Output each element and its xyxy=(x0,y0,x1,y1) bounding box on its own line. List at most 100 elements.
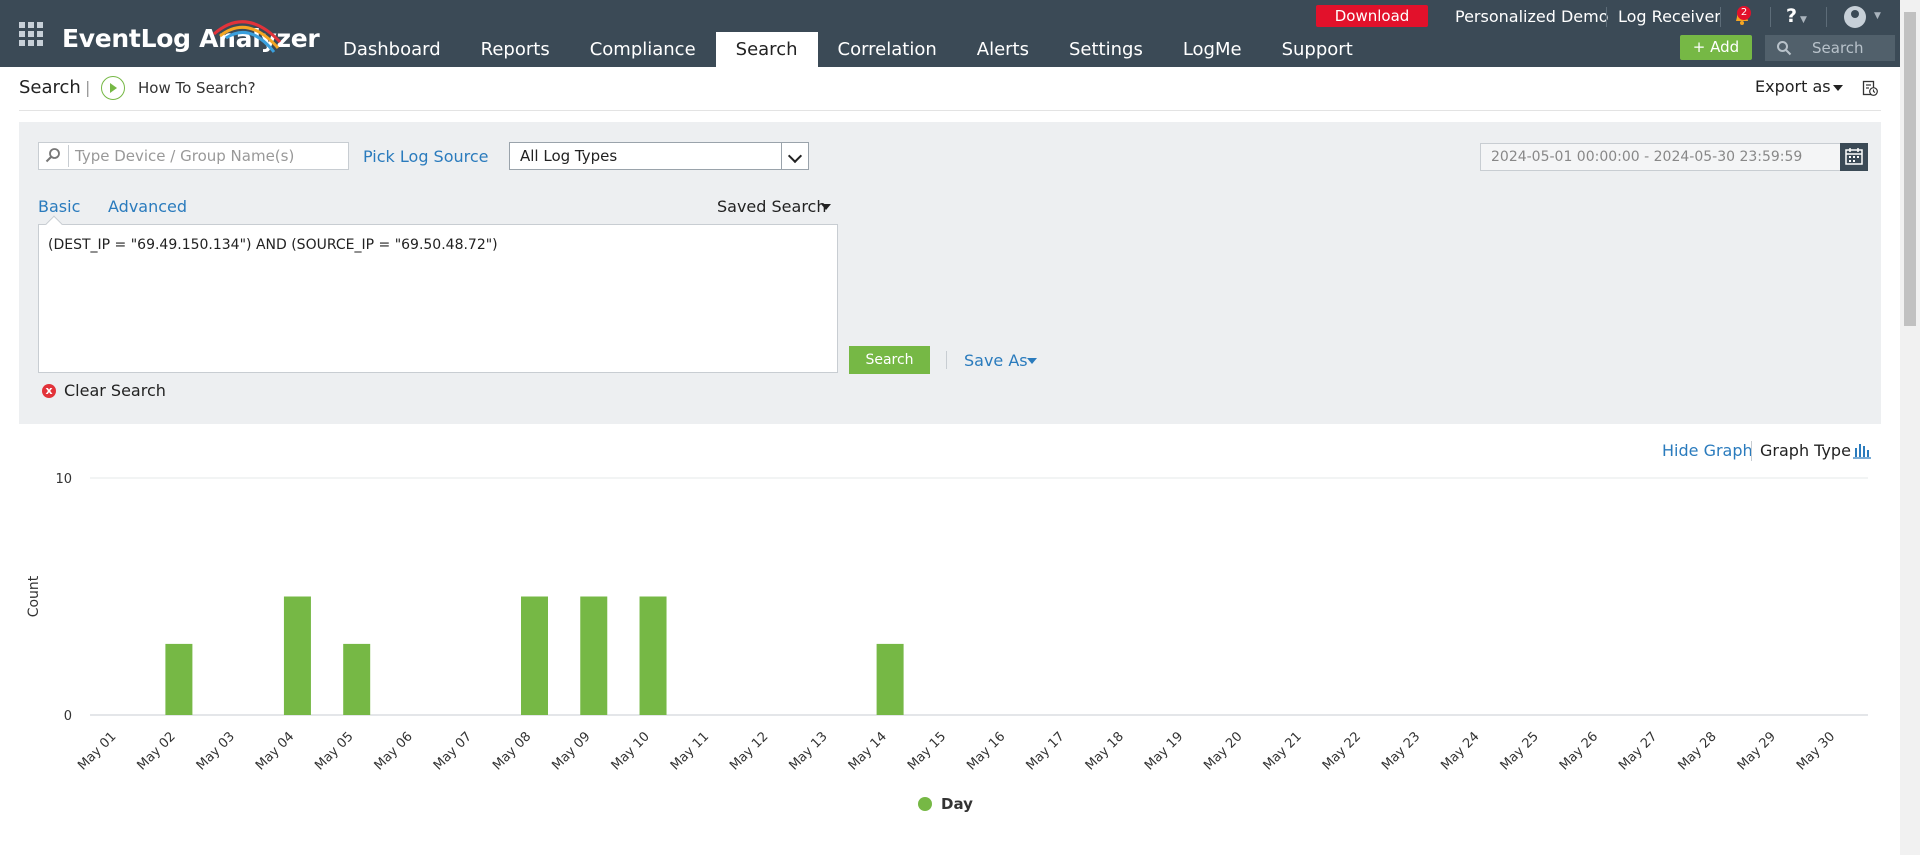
nav-tab-settings[interactable]: Settings xyxy=(1049,32,1163,67)
chevron-down-icon[interactable] xyxy=(781,143,808,169)
legend-label: Day xyxy=(941,795,973,813)
divider xyxy=(1751,441,1752,461)
x-tick-label: May 01 xyxy=(75,729,119,773)
x-tick-label: May 29 xyxy=(1735,729,1779,773)
chart-bar xyxy=(580,596,608,715)
x-tick-label: May 28 xyxy=(1675,729,1719,773)
play-icon[interactable] xyxy=(101,76,125,100)
tab-basic[interactable]: Basic xyxy=(38,197,80,216)
legend-marker xyxy=(918,797,932,811)
apps-grid-icon[interactable] xyxy=(19,22,43,46)
x-tick-label: May 20 xyxy=(1201,729,1245,773)
help-icon: ? xyxy=(1786,5,1798,27)
y-axis-label: Count xyxy=(26,575,42,617)
search-button[interactable]: Search xyxy=(849,346,930,374)
export-as-button[interactable]: Export as xyxy=(1755,77,1831,96)
date-range-field[interactable]: 2024-05-01 00:00:00 - 2024-05-30 23:59:5… xyxy=(1480,143,1842,171)
divider xyxy=(1720,7,1721,27)
x-tick-label: May 13 xyxy=(786,729,830,773)
save-as-button[interactable]: Save As xyxy=(964,351,1028,370)
x-tick-label: May 06 xyxy=(372,729,416,773)
notification-count-badge: 2 xyxy=(1737,6,1751,20)
chevron-down-icon xyxy=(821,204,831,210)
clear-icon[interactable]: x xyxy=(42,384,56,398)
x-tick-label: May 22 xyxy=(1320,729,1364,773)
scrollbar-thumb[interactable] xyxy=(1904,12,1916,326)
title-separator: | xyxy=(85,78,91,97)
chevron-down-icon xyxy=(1833,85,1843,91)
x-tick-label: May 11 xyxy=(668,729,712,773)
x-tick-label: May 04 xyxy=(253,729,297,773)
y-tick-label: 10 xyxy=(55,472,72,487)
x-tick-label: May 26 xyxy=(1557,729,1601,773)
chart-bar xyxy=(165,643,193,715)
divider xyxy=(68,145,69,167)
graph-type-label: Graph Type xyxy=(1760,441,1851,460)
x-tick-label: May 07 xyxy=(431,729,475,773)
x-tick-label: May 02 xyxy=(134,729,178,773)
nav-tab-dashboard[interactable]: Dashboard xyxy=(323,32,461,67)
divider xyxy=(1770,7,1771,27)
nav-tab-support[interactable]: Support xyxy=(1262,32,1373,67)
user-avatar-icon[interactable] xyxy=(1844,6,1866,28)
search-icon xyxy=(45,148,60,163)
x-tick-label: May 18 xyxy=(1083,729,1127,773)
x-tick-label: May 12 xyxy=(727,729,771,773)
chart-bar xyxy=(343,643,371,715)
chart-bar xyxy=(639,596,667,715)
saved-search-dropdown[interactable]: Saved Search xyxy=(717,197,826,216)
day-count-chart: 0 10 Count May 01 May 02 May 03 May 04 May 05 Ma… xyxy=(26,472,1868,813)
chevron-down-icon: ▼ xyxy=(1874,11,1881,21)
page-title: Search xyxy=(19,77,81,98)
chart-bar xyxy=(876,643,904,715)
download-button[interactable]: Download xyxy=(1316,5,1428,27)
nav-tab-correlation[interactable]: Correlation xyxy=(818,32,957,67)
x-tick-label: May 14 xyxy=(846,729,890,773)
nav-tab-search[interactable]: Search xyxy=(715,32,818,67)
schedule-report-icon[interactable] xyxy=(1862,80,1878,96)
x-tick-label: May 16 xyxy=(964,729,1008,773)
x-tick-label: May 25 xyxy=(1498,729,1542,773)
search-icon xyxy=(1777,41,1792,56)
x-tick-label: May 23 xyxy=(1379,729,1423,773)
x-tick-label: May 10 xyxy=(609,729,653,773)
device-group-input[interactable]: Type Device / Group Name(s) xyxy=(38,142,349,170)
plus-icon: + xyxy=(1692,38,1711,56)
divider xyxy=(946,351,947,369)
x-tick-label: May 08 xyxy=(490,729,534,773)
tab-advanced[interactable]: Advanced xyxy=(108,197,187,216)
log-type-select[interactable]: All Log Types xyxy=(509,142,809,170)
divider xyxy=(19,110,1881,111)
personalized-demo-link[interactable]: Personalized Demo xyxy=(1455,5,1608,29)
x-tick-label: May 05 xyxy=(312,729,356,773)
x-tick-label: May 24 xyxy=(1438,729,1482,773)
how-to-search-link[interactable]: How To Search? xyxy=(138,79,256,97)
pick-log-source-link[interactable]: Pick Log Source xyxy=(363,147,489,166)
add-button[interactable]: + Add xyxy=(1680,35,1752,60)
x-tick-label: May 09 xyxy=(549,729,593,773)
hide-graph-link[interactable]: Hide Graph xyxy=(1662,441,1753,460)
clear-search-link[interactable]: Clear Search xyxy=(64,381,166,400)
query-textarea[interactable]: (DEST_IP = "69.49.150.134") AND (SOURCE_… xyxy=(38,224,838,373)
nav-tab-logme[interactable]: LogMe xyxy=(1163,32,1262,67)
bar-chart-icon[interactable] xyxy=(1852,440,1872,460)
nav-tab-compliance[interactable]: Compliance xyxy=(570,32,716,67)
x-tick-label: May 27 xyxy=(1616,729,1660,773)
x-tick-label: May 19 xyxy=(1142,729,1186,773)
logo-arc-icon xyxy=(213,20,282,53)
x-tick-label: May 15 xyxy=(905,729,949,773)
nav-tab-alerts[interactable]: Alerts xyxy=(957,32,1049,67)
x-tick-label: May 30 xyxy=(1794,729,1838,773)
log-receiver-link[interactable]: Log Receiver xyxy=(1618,5,1721,29)
chevron-down-icon xyxy=(1027,358,1037,364)
x-tick-label: May 03 xyxy=(194,729,238,773)
help-menu[interactable]: ? ▼ xyxy=(1786,5,1807,27)
add-label: Add xyxy=(1710,38,1740,56)
x-tick-label: May 21 xyxy=(1261,729,1305,773)
calendar-icon[interactable] xyxy=(1840,143,1868,171)
x-tick-label: May 17 xyxy=(1023,729,1067,773)
chevron-down-icon: ▼ xyxy=(1800,15,1807,25)
nav-tab-reports[interactable]: Reports xyxy=(461,32,570,67)
divider xyxy=(1606,7,1607,27)
chart-bar xyxy=(283,596,311,715)
